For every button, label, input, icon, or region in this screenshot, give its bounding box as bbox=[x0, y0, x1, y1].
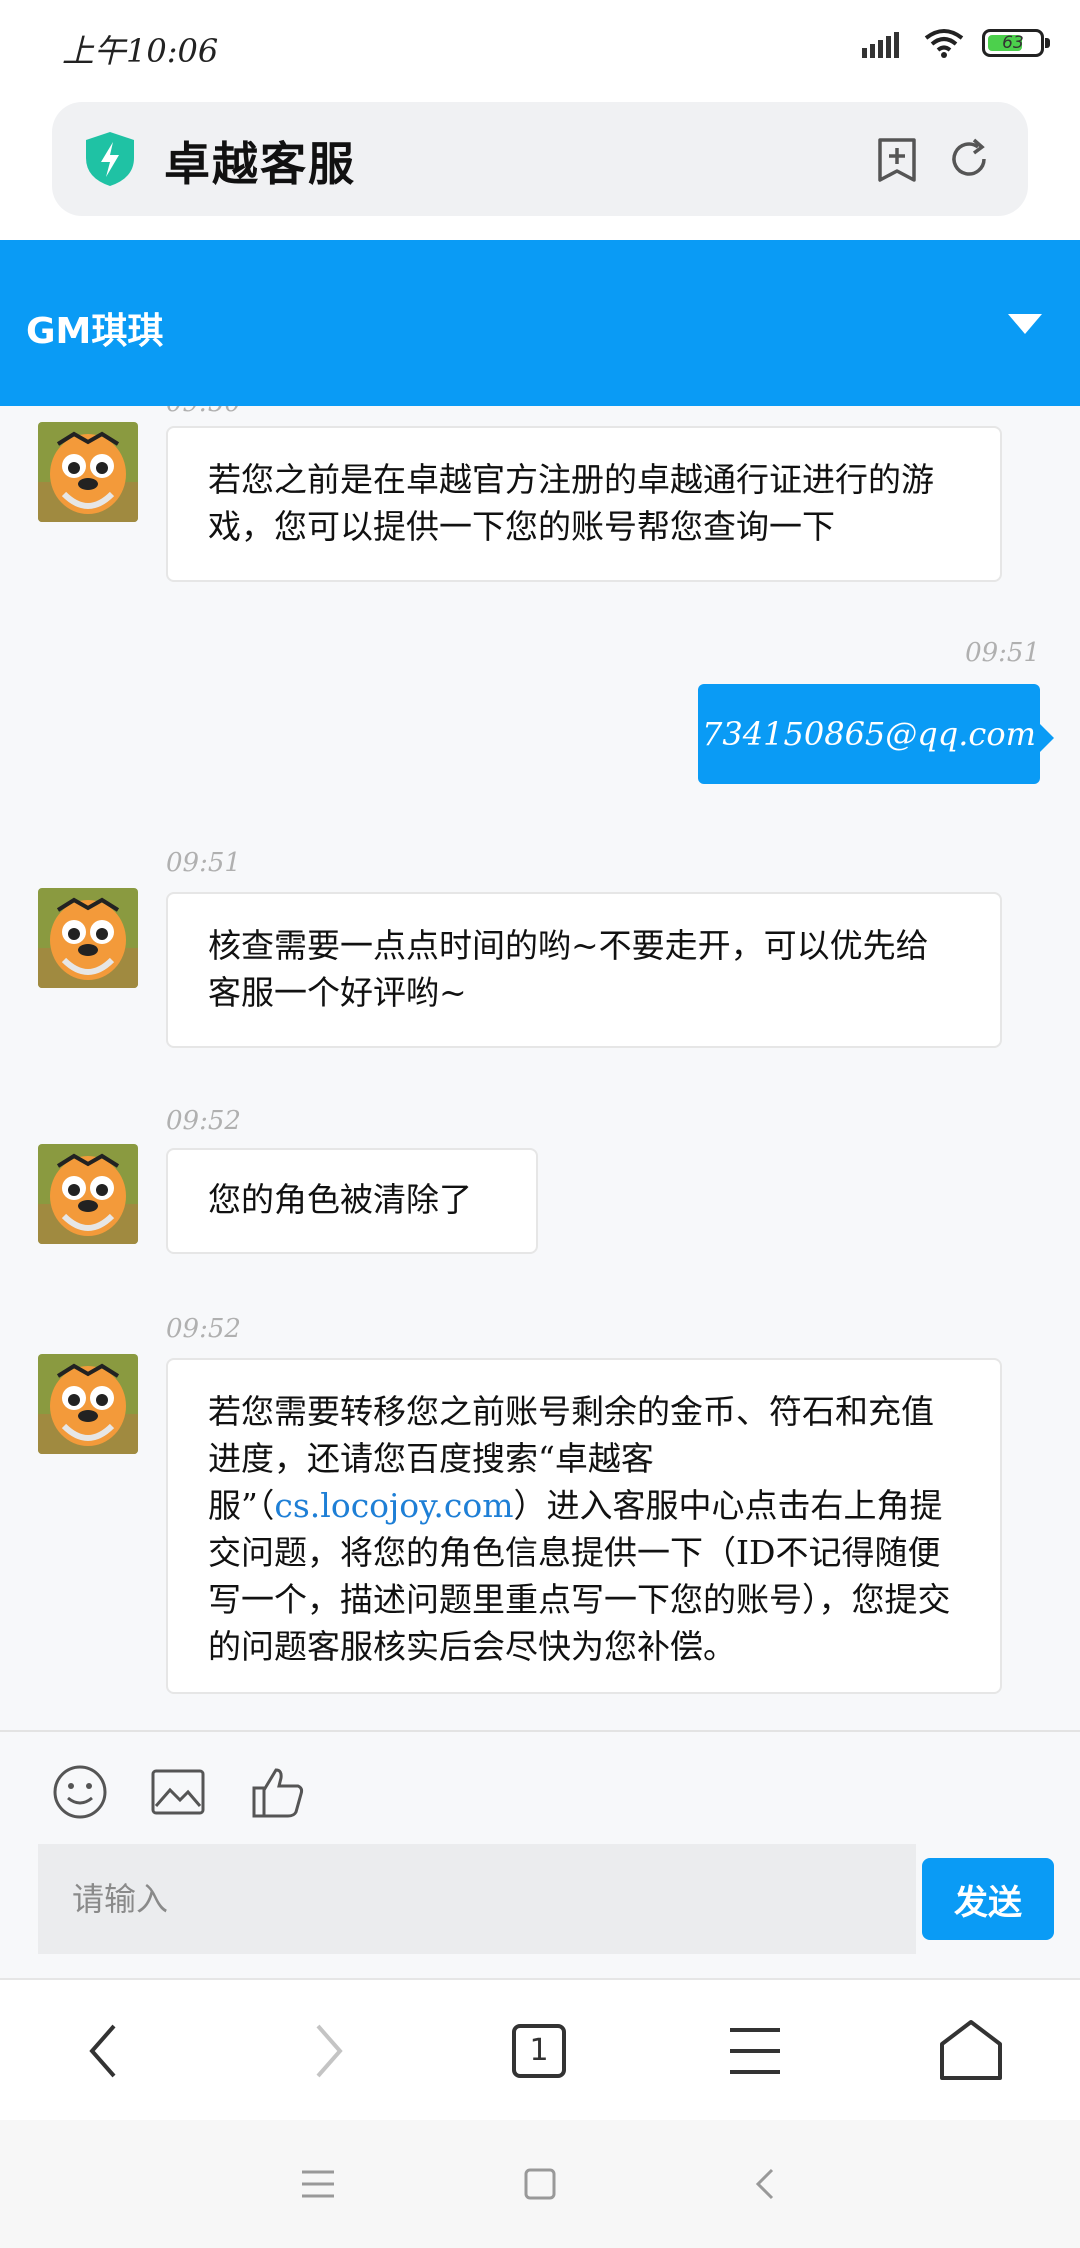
signal-icon bbox=[862, 32, 899, 58]
message-text: 您的角色被清除了 bbox=[208, 1180, 472, 1219]
wifi-icon bbox=[924, 29, 964, 58]
agent-avatar bbox=[38, 1354, 138, 1454]
message-time: 09:51 bbox=[166, 848, 241, 878]
message-time: 09:52 bbox=[166, 1106, 241, 1136]
tabs-button[interactable]: 1 bbox=[504, 2016, 574, 2086]
system-nav-bar bbox=[0, 2120, 1080, 2248]
address-bar[interactable]: 卓越客服 bbox=[52, 102, 1028, 216]
message-text: 核查需要一点点时间的哟~不要走开，可以优先给客服一个好评哟~ bbox=[208, 926, 929, 1012]
agent-name: GM琪琪 bbox=[26, 311, 164, 352]
my-message-bubble: 734150865@qq.com bbox=[698, 684, 1054, 784]
status-icons: 63 bbox=[862, 28, 1050, 58]
agent-avatar bbox=[38, 422, 138, 522]
message-input[interactable] bbox=[38, 1844, 916, 1954]
dropdown-caret-icon[interactable] bbox=[1006, 310, 1044, 338]
battery-icon: 63 bbox=[982, 29, 1050, 57]
emoji-icon[interactable] bbox=[50, 1762, 110, 1822]
agent-avatar bbox=[38, 888, 138, 988]
message-time: 09:50 bbox=[166, 406, 241, 418]
forward-icon[interactable] bbox=[292, 2016, 362, 2086]
thumbs-up-icon[interactable] bbox=[248, 1762, 308, 1822]
message-bubble: 若您之前是在卓越官方注册的卓越通行证进行的游戏，您可以提供一下您的账号帮您查询一… bbox=[166, 426, 1002, 582]
composer: 发送 bbox=[0, 1730, 1080, 1980]
tab-count: 1 bbox=[512, 2024, 566, 2078]
battery-level: 63 bbox=[1002, 33, 1024, 53]
message-bubble: 若您需要转移您之前账号剩余的金币、符石和充值进度，还请您百度搜索“卓越客服”（c… bbox=[166, 1358, 1002, 1694]
refresh-icon[interactable] bbox=[944, 134, 994, 184]
chat-messages[interactable]: 09:50 若您之前是在卓越官方注册的卓越通行证进行的游戏，您可以提供一下您的账… bbox=[0, 406, 1080, 1730]
message-text: 若您之前是在卓越官方注册的卓越通行证进行的游戏，您可以提供一下您的账号帮您查询一… bbox=[208, 460, 934, 546]
security-shield-icon bbox=[86, 132, 134, 186]
message-time: 09:51 bbox=[965, 638, 1040, 668]
message-bubble: 您的角色被清除了 bbox=[166, 1148, 538, 1254]
image-icon[interactable] bbox=[148, 1762, 208, 1822]
page-title: 卓越客服 bbox=[164, 137, 356, 191]
menu-icon[interactable] bbox=[720, 2016, 790, 2086]
bookmark-add-icon[interactable] bbox=[872, 134, 922, 184]
chat-header: GM琪琪 bbox=[0, 240, 1080, 406]
system-back-icon[interactable] bbox=[742, 2160, 790, 2208]
status-time: 上午10:06 bbox=[62, 32, 219, 70]
home-icon[interactable] bbox=[936, 2016, 1006, 2086]
agent-avatar bbox=[38, 1144, 138, 1244]
message-time: 09:52 bbox=[166, 1314, 241, 1344]
browser-bar: 卓越客服 bbox=[0, 92, 1080, 240]
home-square-icon[interactable] bbox=[516, 2160, 564, 2208]
message-text: 734150865@qq.com bbox=[702, 715, 1036, 753]
recent-apps-icon[interactable] bbox=[294, 2160, 342, 2208]
status-bar: 上午10:06 63 bbox=[0, 0, 1080, 92]
send-button[interactable]: 发送 bbox=[922, 1858, 1054, 1940]
browser-nav-bar: 1 bbox=[0, 1978, 1080, 2122]
message-bubble: 核查需要一点点时间的哟~不要走开，可以优先给客服一个好评哟~ bbox=[166, 892, 1002, 1048]
back-icon[interactable] bbox=[70, 2016, 140, 2086]
help-link[interactable]: cs.locojoy.com bbox=[274, 1486, 513, 1525]
